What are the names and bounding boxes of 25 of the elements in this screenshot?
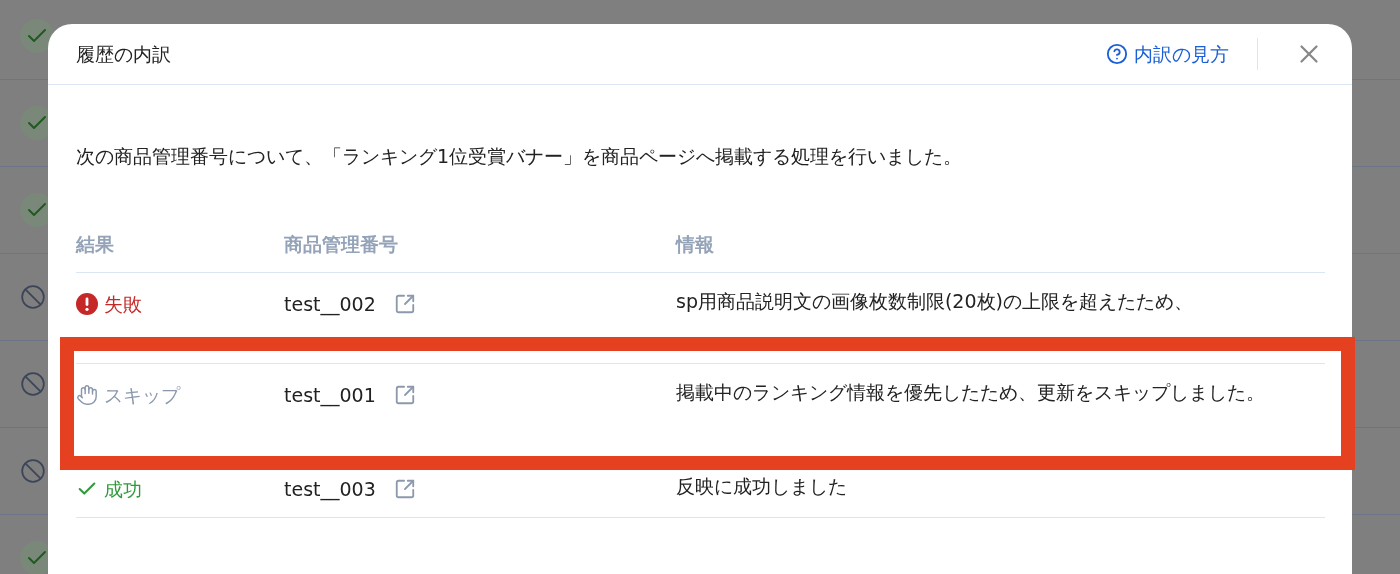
alert-icon: [76, 292, 98, 315]
help-link[interactable]: 内訳の見方: [1106, 39, 1229, 69]
hand-icon: [76, 383, 98, 406]
product-id: test__001: [284, 382, 376, 409]
external-link-icon[interactable]: [393, 477, 416, 500]
external-link-icon[interactable]: [393, 292, 416, 315]
message-text: 次の商品管理番号について、「ランキング1位受賞バナー」を商品ページへ掲載する処理を行いました。: [76, 144, 964, 169]
help-icon: [1106, 43, 1128, 65]
info-text: 掲載中のランキング情報を優先したため、更新をスキップしました。: [676, 379, 1266, 405]
result-label: 成功: [104, 476, 142, 502]
ban-icon: [20, 284, 46, 310]
dialog-title: 履歴の内訳: [76, 41, 171, 67]
column-header: 結果: [76, 231, 115, 257]
column-header: 情報: [676, 231, 715, 257]
check-icon: [20, 19, 54, 53]
ban-icon: [20, 371, 46, 397]
product-id: test__002: [284, 291, 376, 318]
external-link-icon[interactable]: [393, 383, 416, 406]
info-text: 反映に成功しました: [676, 473, 848, 499]
column-header: 商品管理番号: [284, 231, 399, 257]
info-text: sp用商品説明文の画像枚数制限(20枚)の上限を超えたため、: [676, 288, 1194, 314]
result-label: 失敗: [104, 291, 142, 317]
ban-icon: [20, 458, 46, 484]
product-id: test__003: [284, 476, 376, 503]
result-label: スキップ: [104, 382, 180, 408]
